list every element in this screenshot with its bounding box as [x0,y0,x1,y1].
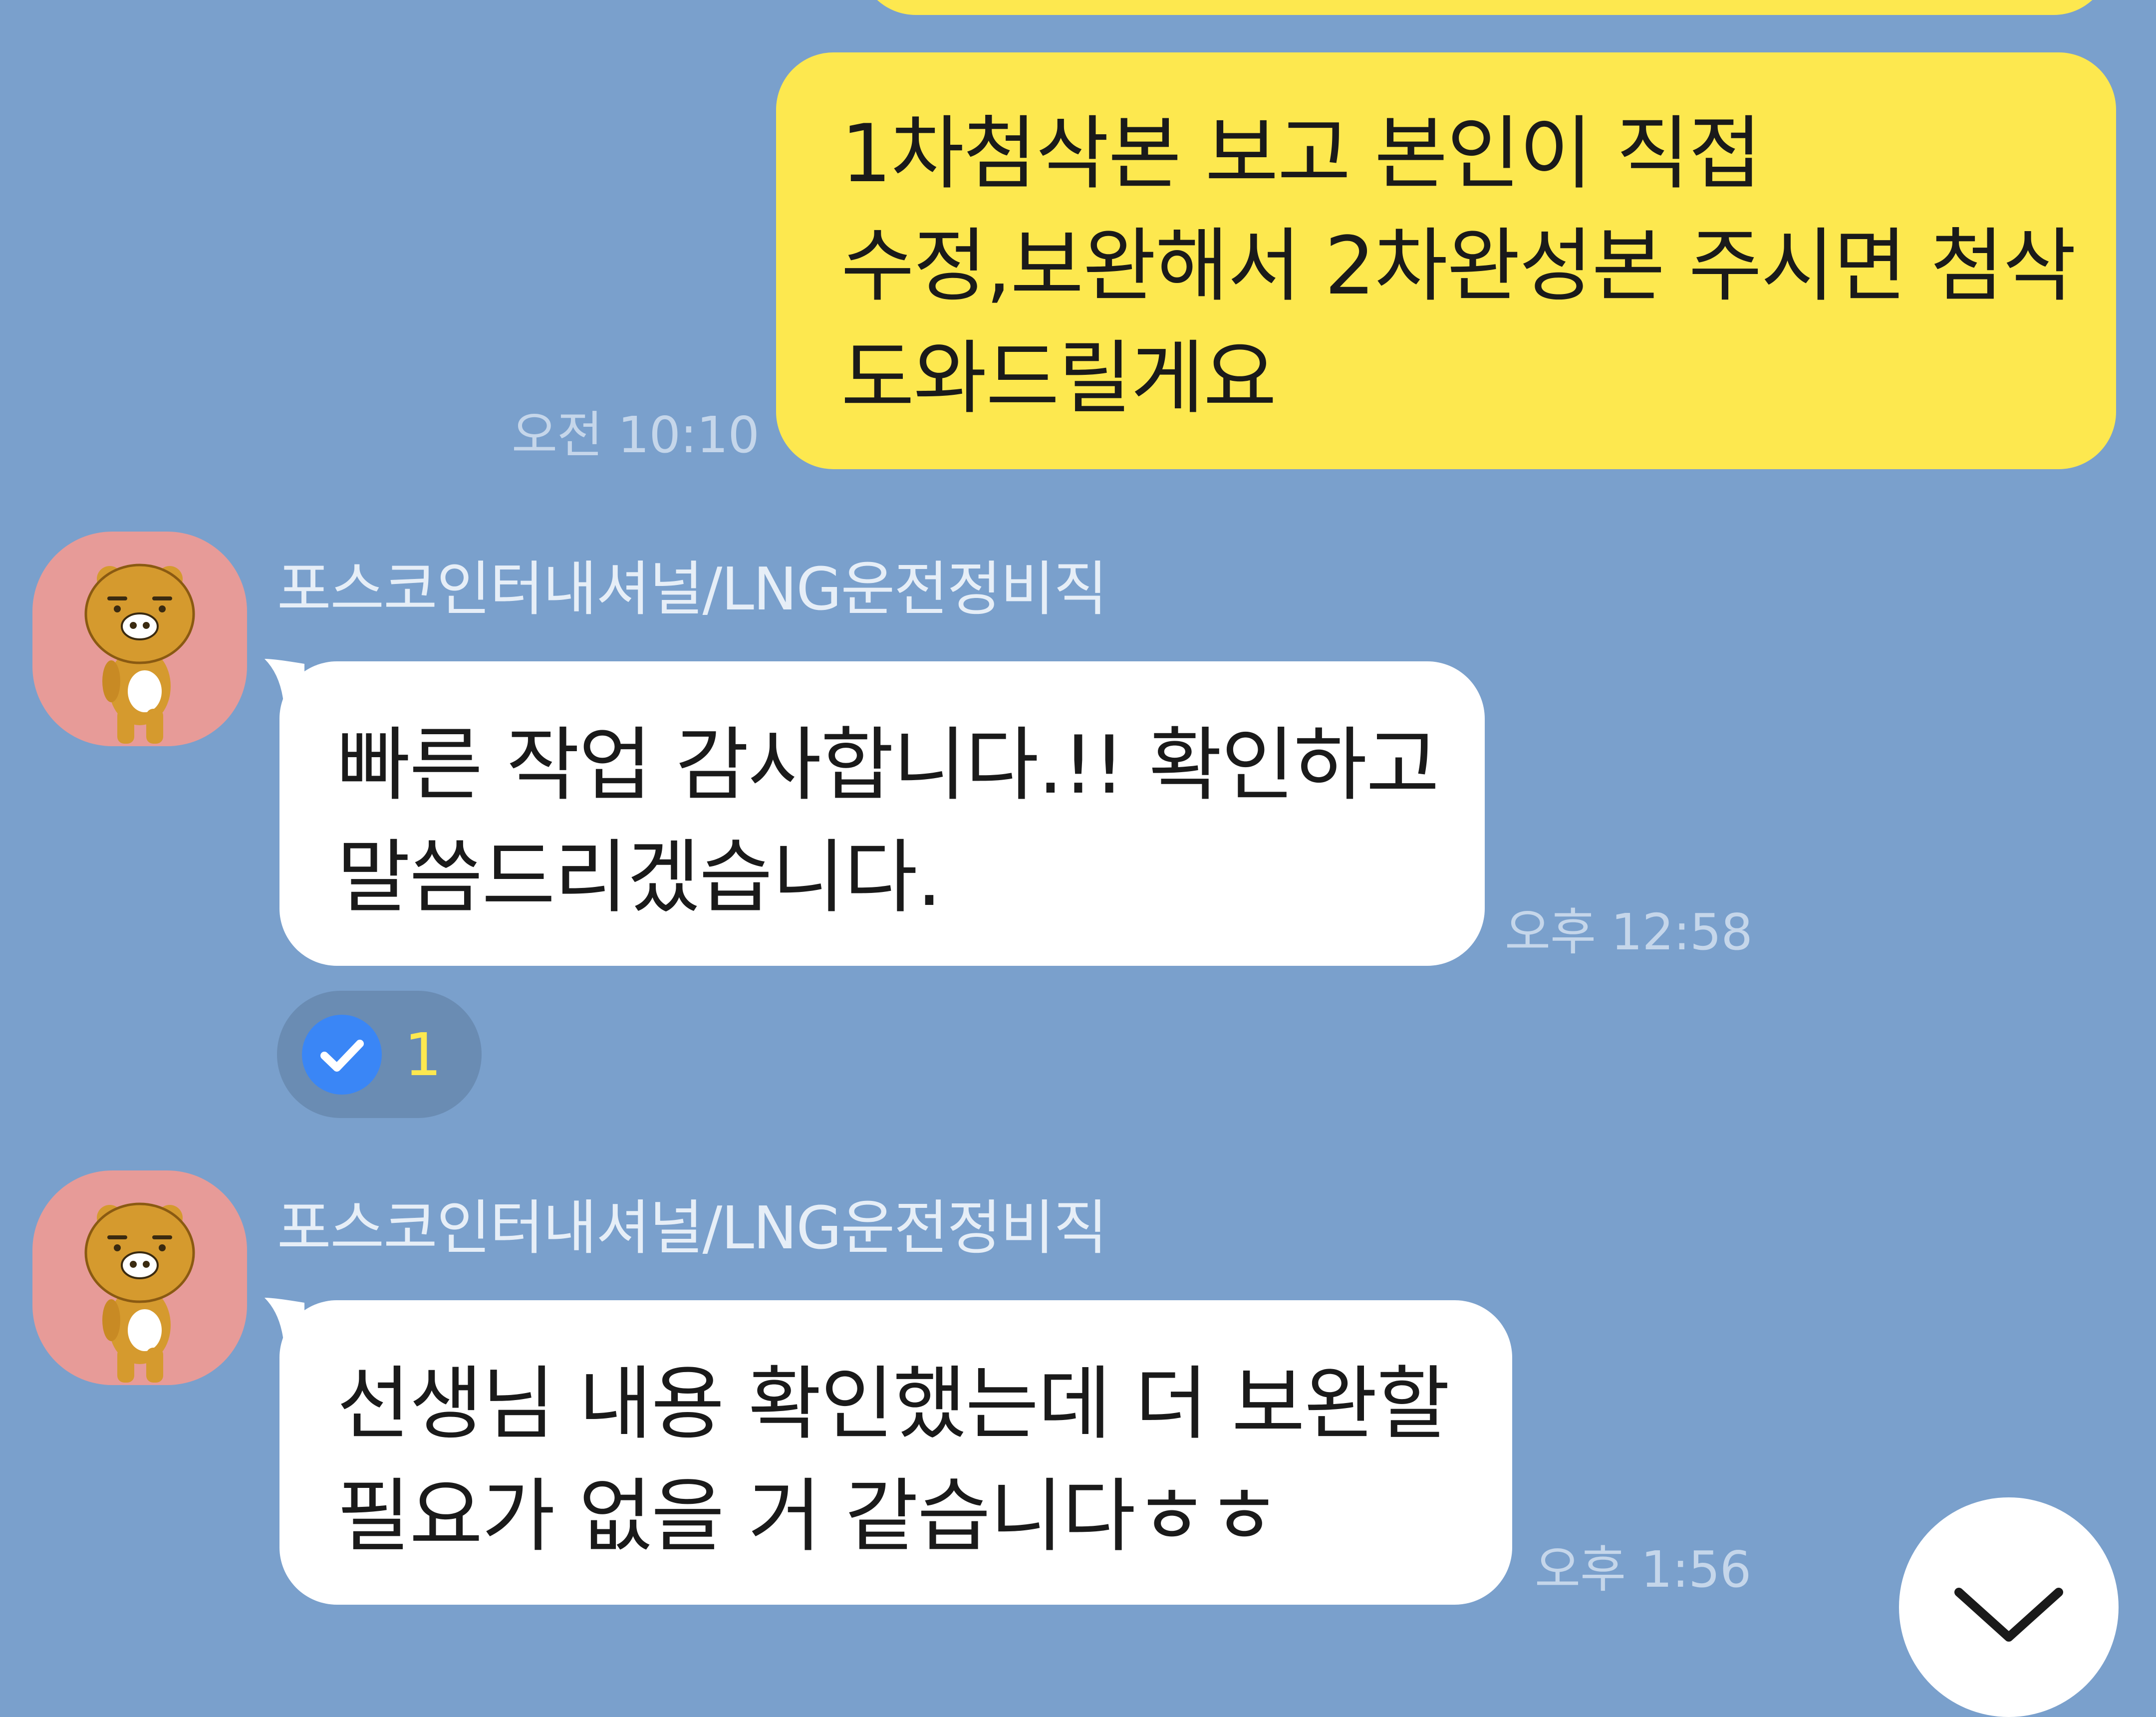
previous-outgoing-bubble[interactable] [858,0,2111,15]
message-text: 1차첨삭본 보고 본인이 직접 수정,보완해서 2차완성본 주시면 첨삭 도와드… [841,107,2076,425]
message-time: 오후 1:56 [1535,1540,1751,1599]
sender-name: 포스코인터내셔널/LNG운전정비직 [277,1193,1107,1262]
incoming-message-bubble[interactable]: 빠른 작업 감사합니다.!! 확인하고 말씀드리겠습니다. [279,661,1485,966]
sender-avatar[interactable] [32,532,247,746]
bear-character-icon [84,564,195,744]
check-icon [302,1015,382,1095]
message-text: 선생님 내용 확인했는데 더 보완할 필요가 없을 거 같습니다ㅎㅎ [337,1357,1450,1563]
incoming-message-bubble[interactable]: 선생님 내용 확인했는데 더 보완할 필요가 없을 거 같습니다ㅎㅎ [279,1300,1512,1605]
sender-avatar[interactable] [32,1170,247,1385]
message-time: 오후 12:58 [1505,903,1753,961]
scroll-to-bottom-button[interactable] [1899,1497,2119,1717]
message-text: 빠른 작업 감사합니다.!! 확인하고 말씀드리겠습니다. [337,718,1439,924]
outgoing-message-bubble[interactable]: 1차첨삭본 보고 본인이 직접 수정,보완해서 2차완성본 주시면 첨삭 도와드… [776,52,2116,469]
sender-name: 포스코인터내셔널/LNG운전정비직 [277,555,1107,623]
reaction-badge[interactable]: 1 [277,991,482,1118]
reaction-count: 1 [404,1020,442,1089]
chevron-down-icon [1954,1588,2063,1642]
bear-character-icon [84,1202,195,1383]
message-time: 오전 10:10 [512,406,760,464]
